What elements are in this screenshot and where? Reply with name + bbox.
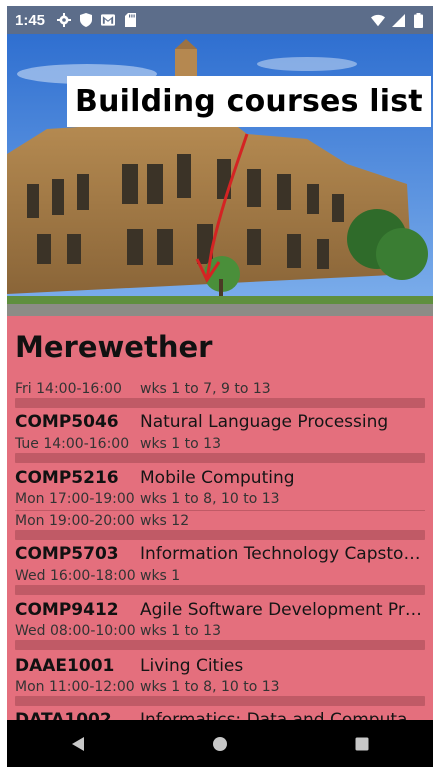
gear-icon — [57, 13, 72, 27]
row-separator — [15, 585, 425, 595]
phone-screen: 1:45 Building courses list Merewether Fr… — [0, 0, 439, 773]
row-separator — [15, 640, 425, 650]
status-right-icons — [371, 12, 425, 28]
session-time: Mon 17:00-19:00 — [15, 491, 135, 507]
session-time: Wed 08:00-10:00 — [15, 623, 136, 639]
session-weeks: wks 12 — [140, 513, 190, 529]
session-weeks: wks 1 to 8, 10 to 13 — [140, 679, 280, 695]
row-separator — [15, 530, 425, 540]
session-weeks: wks 1 — [140, 568, 181, 584]
course-code[interactable]: COMP5046 — [15, 412, 119, 432]
row-separator — [15, 398, 425, 408]
building-name: Merewether — [15, 330, 213, 364]
session-time: Fri 14:00-16:00 — [15, 381, 122, 397]
hero-title: Building courses list — [67, 76, 431, 127]
course-name[interactable]: Natural Language Processing — [140, 412, 425, 432]
shield-icon — [79, 13, 93, 27]
navigation-bar — [7, 720, 433, 767]
course-name[interactable]: Information Technology Capston… — [140, 544, 425, 564]
course-name[interactable]: Mobile Computing — [140, 468, 425, 488]
back-icon[interactable] — [48, 724, 108, 764]
signal-icon — [391, 13, 405, 27]
session-weeks: wks 1 to 13 — [140, 436, 221, 452]
course-code[interactable]: COMP9412 — [15, 600, 119, 620]
course-code[interactable]: DAAE1001 — [15, 656, 114, 676]
status-bar: 1:45 — [7, 6, 433, 34]
gmail-icon — [101, 13, 116, 27]
session-weeks: wks 1 to 13 — [140, 623, 221, 639]
battery-icon — [411, 12, 425, 28]
course-name[interactable]: Agile Software Development Pra… — [140, 600, 425, 620]
home-icon[interactable] — [190, 724, 250, 764]
course-code[interactable]: COMP5216 — [15, 468, 119, 488]
course-code[interactable]: COMP5703 — [15, 544, 119, 564]
wifi-icon — [371, 13, 385, 27]
session-time: Mon 11:00-12:00 — [15, 679, 135, 695]
course-name[interactable]: Living Cities — [140, 656, 425, 676]
row-separator — [15, 453, 425, 463]
session-weeks: wks 1 to 7, 9 to 13 — [140, 381, 271, 397]
course-code[interactable]: DATA1002 — [15, 710, 112, 720]
sd-card-icon — [123, 13, 137, 27]
status-time: 1:45 — [15, 11, 46, 29]
session-time: Mon 19:00-20:00 — [15, 513, 135, 529]
session-time: Wed 16:00-18:00 — [15, 568, 136, 584]
session-divider — [15, 510, 425, 511]
recents-icon[interactable] — [332, 724, 392, 764]
course-list[interactable]: Merewether Fri 14:00-16:00 wks 1 to 7, 9… — [7, 316, 433, 720]
session-time: Tue 14:00-16:00 — [15, 436, 130, 452]
row-separator — [15, 696, 425, 706]
status-left-icons — [57, 13, 137, 27]
course-name[interactable]: Informatics: Data and Computati… — [140, 710, 425, 720]
session-weeks: wks 1 to 8, 10 to 13 — [140, 491, 280, 507]
building-photo: Building courses list — [7, 34, 433, 316]
